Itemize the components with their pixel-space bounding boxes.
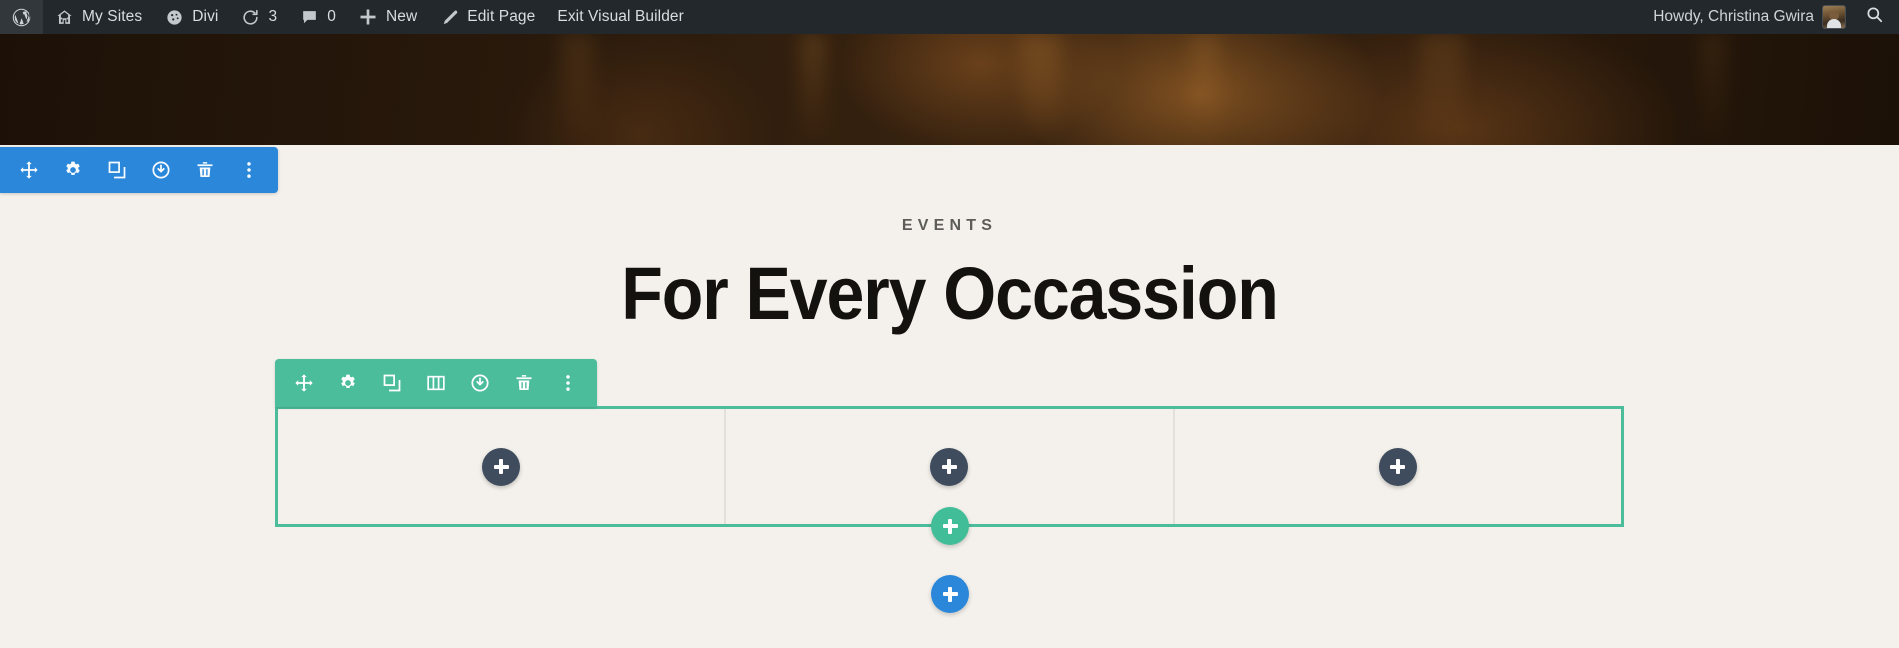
settings-gear-icon[interactable] <box>62 159 84 181</box>
admin-bar-new-content-label: New <box>385 8 418 25</box>
settings-gear-icon[interactable] <box>337 372 359 394</box>
row-options-icon[interactable] <box>557 372 579 394</box>
move-row-icon[interactable] <box>293 372 315 394</box>
delete-row-icon[interactable] <box>513 372 535 394</box>
column-structure-icon[interactable] <box>425 372 447 394</box>
visual-builder-canvas: EVENTS For Every Occassion <box>0 145 1899 648</box>
wordpress-logo-icon <box>11 7 32 28</box>
column-3[interactable] <box>1175 409 1621 524</box>
admin-bar-divi[interactable]: Divi <box>153 0 229 34</box>
duplicate-row-icon[interactable] <box>381 372 403 394</box>
plus-icon <box>942 586 958 602</box>
plus-icon <box>1390 459 1406 474</box>
admin-bar-updates-count: 3 <box>268 8 278 25</box>
hero-background-image <box>0 34 1899 145</box>
admin-bar-comments-count: 0 <box>327 8 336 25</box>
new-content-icon <box>358 7 379 28</box>
add-module-button[interactable] <box>930 447 969 486</box>
admin-bar-left-group: My Sites Divi 3 0 New Edit Page Exit Vis… <box>0 0 695 34</box>
add-module-button[interactable] <box>482 447 521 486</box>
admin-bar-edit-page[interactable]: Edit Page <box>428 0 546 34</box>
comments-icon <box>299 7 320 28</box>
search-icon <box>1865 5 1884 29</box>
move-section-icon[interactable] <box>18 159 40 181</box>
disable-row-icon[interactable] <box>469 372 491 394</box>
column-1[interactable] <box>278 409 727 524</box>
disable-section-icon[interactable] <box>150 159 172 181</box>
add-module-button[interactable] <box>1378 447 1417 486</box>
admin-bar-search-button[interactable] <box>1855 0 1893 34</box>
section-toolbar[interactable] <box>0 147 278 193</box>
plus-icon <box>493 459 509 474</box>
admin-bar-updates[interactable]: 3 <box>229 0 288 34</box>
admin-bar-exit-visual-builder-label: Exit Visual Builder <box>557 8 684 25</box>
delete-section-icon[interactable] <box>194 159 216 181</box>
wp-admin-bar: My Sites Divi 3 0 New Edit Page Exit Vis… <box>0 0 1899 34</box>
my-sites-icon <box>54 7 75 28</box>
duplicate-section-icon[interactable] <box>106 159 128 181</box>
admin-bar-divi-label: Divi <box>192 8 219 25</box>
admin-bar-my-sites[interactable]: My Sites <box>43 0 153 34</box>
admin-bar-wordpress-logo[interactable] <box>0 0 43 34</box>
admin-bar-new-content[interactable]: New <box>347 0 428 34</box>
section-eyebrow: EVENTS <box>901 217 998 234</box>
admin-bar-my-account[interactable]: Howdy, Christina Gwira <box>1643 0 1855 34</box>
admin-bar-my-sites-label: My Sites <box>82 8 143 25</box>
add-row-button[interactable] <box>931 507 969 545</box>
plus-icon <box>942 518 958 534</box>
add-section-button[interactable] <box>931 575 969 613</box>
divi-icon <box>164 7 185 28</box>
admin-bar-exit-visual-builder[interactable]: Exit Visual Builder <box>546 0 695 34</box>
updates-icon <box>240 7 261 28</box>
admin-bar-right-group: Howdy, Christina Gwira <box>1643 0 1899 34</box>
plus-icon <box>941 459 957 474</box>
admin-bar-comments[interactable]: 0 <box>288 0 347 34</box>
edit-page-icon <box>439 7 460 28</box>
admin-bar-edit-page-label: Edit Page <box>467 8 536 25</box>
avatar <box>1823 6 1845 28</box>
section-options-icon[interactable] <box>238 159 260 181</box>
admin-bar-howdy-label: Howdy, Christina Gwira <box>1653 8 1814 25</box>
row-toolbar[interactable] <box>275 359 597 407</box>
page-title: For Every Occassion <box>621 252 1278 335</box>
